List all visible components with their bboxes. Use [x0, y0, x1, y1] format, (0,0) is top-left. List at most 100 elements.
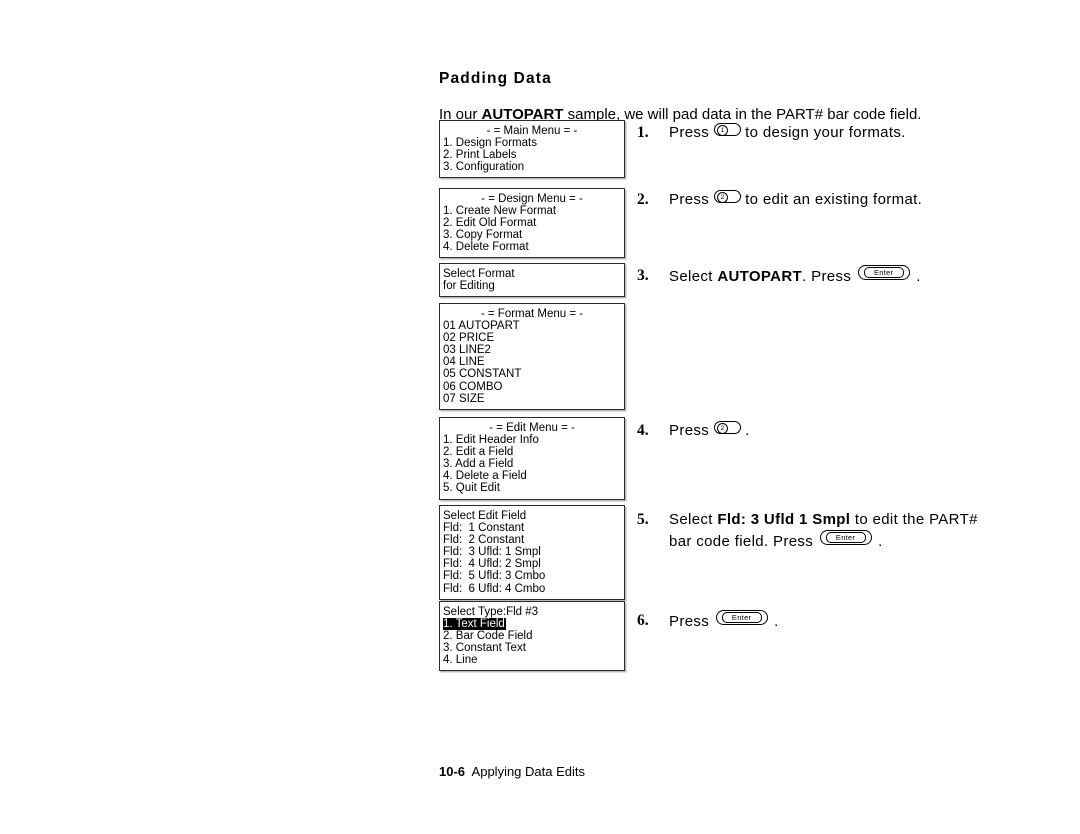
lcd-line-wrapper: Fld: 6 Ufld: 4 Cmbo: [443, 583, 624, 595]
lcd-line-wrapper: Fld: 4 Ufld: 2 Smpl: [443, 558, 624, 570]
format-menu-screen: - = Format Menu = -01 AUTOPART 02 PRICE 03…: [439, 303, 625, 410]
lcd-menu-item[interactable]: 3. Constant Text: [443, 642, 624, 654]
lcd-line-wrapper: 1. Edit Header Info: [443, 434, 624, 446]
lcd-line-wrapper: Fld: 2 Constant: [443, 534, 624, 546]
lcd-menu-item[interactable]: 04 LINE: [443, 356, 624, 368]
keycap-enter-label: Enter: [721, 612, 762, 623]
lcd-line-wrapper: 2. Edit Old Format: [443, 217, 624, 229]
document-page: Padding Data In our AUTOPART sample, we …: [0, 0, 1080, 834]
lcd-screen-title: - = Design Menu = -: [481, 193, 583, 205]
keycap-2-icon: 2: [713, 190, 741, 203]
lcd-line-wrapper: 06 COMBO: [443, 381, 624, 393]
step-text-run: Press: [669, 191, 714, 208]
step-text-run: to design your formats.: [740, 124, 906, 141]
step-text-run: .: [911, 268, 921, 285]
keycap-digit-label: 2: [717, 191, 729, 203]
step-text-run: Press: [669, 124, 714, 141]
design-menu-screen: - = Design Menu = -1. Create New Format 2…: [439, 188, 625, 259]
step-number: 2.: [637, 191, 649, 208]
step-text-run: to edit an existing format.: [740, 191, 923, 208]
step-text-run: .: [873, 533, 883, 550]
lcd-menu-item[interactable]: 3. Configuration: [443, 161, 624, 173]
lcd-line-wrapper: 1. Create New Format: [443, 205, 624, 217]
lcd-menu-item[interactable]: 5. Quit Edit: [443, 482, 624, 494]
lcd-menu-item[interactable]: 07 SIZE: [443, 393, 624, 405]
lcd-menu-item[interactable]: 4. Line: [443, 654, 624, 666]
lcd-line-wrapper: 3. Constant Text: [443, 642, 624, 654]
lcd-menu-item[interactable]: Fld: 5 Ufld: 3 Cmbo: [443, 570, 624, 582]
step-text-run: Select: [669, 511, 718, 528]
lcd-menu-item[interactable]: 01 AUTOPART: [443, 320, 624, 332]
step-text-run: Select: [669, 268, 718, 285]
step-text: Press Enter .: [669, 610, 1037, 632]
lcd-menu-item-selected[interactable]: 1. Text Field: [443, 618, 506, 631]
lcd-menu-item[interactable]: Select Edit Field: [443, 510, 624, 522]
step-text-run: .: [769, 613, 779, 630]
lcd-line-wrapper: 5. Quit Edit: [443, 482, 624, 494]
lcd-line-wrapper: Fld: 3 Ufld: 1 Smpl: [443, 546, 624, 558]
step-number: 1.: [637, 124, 649, 141]
lcd-menu-item[interactable]: Select Format: [443, 268, 624, 280]
step-press-enter: 6. Press Enter .: [637, 610, 1037, 632]
lcd-line-wrapper: 05 CONSTANT: [443, 368, 624, 380]
lcd-menu-item[interactable]: 06 COMBO: [443, 381, 624, 393]
keycap-1-icon: 1: [713, 123, 741, 136]
lcd-menu-item[interactable]: 1. Design Formats: [443, 137, 624, 149]
edit-menu-screen: - = Edit Menu = -1. Edit Header Info 2. E…: [439, 417, 625, 500]
lcd-menu-item[interactable]: Fld: 6 Ufld: 4 Cmbo: [443, 583, 624, 595]
lcd-menu-item[interactable]: Fld: 2 Constant: [443, 534, 624, 546]
lcd-menu-item[interactable]: for Editing: [443, 280, 624, 292]
lcd-menu-item[interactable]: 4. Delete a Field: [443, 470, 624, 482]
lcd-line-wrapper: 2. Edit a Field: [443, 446, 624, 458]
footer-page-number: 10-6: [439, 764, 466, 779]
select-type-screen: Select Type:Fld #3 1. Text Field 2. Bar Co…: [439, 601, 625, 672]
lcd-menu-item[interactable]: 1. Create New Format: [443, 205, 624, 217]
keycap-2-icon: 2: [713, 421, 741, 434]
lcd-menu-item[interactable]: 02 PRICE: [443, 332, 624, 344]
lcd-menu-item[interactable]: Select Type:Fld #3: [443, 606, 624, 618]
lcd-line-wrapper: for Editing: [443, 280, 624, 292]
keycap-enter-icon: Enter: [715, 610, 768, 625]
step-text: Press 1 to design your formats.: [669, 122, 1037, 143]
step-text-run: bar code field. Press: [669, 533, 818, 550]
lcd-line-wrapper: Select Edit Field: [443, 510, 624, 522]
lcd-menu-item[interactable]: 1. Edit Header Info: [443, 434, 624, 446]
lcd-screen-title: - = Format Menu = -: [480, 308, 584, 320]
lcd-menu-item[interactable]: 3. Copy Format: [443, 229, 624, 241]
keycap-digit-label: 2: [717, 422, 729, 434]
lcd-menu-item[interactable]: 2. Edit a Field: [443, 446, 624, 458]
lcd-line-wrapper: 2. Bar Code Field: [443, 630, 624, 642]
keycap-digit-label: 1: [717, 124, 729, 136]
keycap-enter-label: Enter: [825, 532, 866, 543]
lcd-line-wrapper: 07 SIZE: [443, 393, 624, 405]
select-edit-field-screen: Select Edit Field Fld: 1 Constant Fld: 2 C…: [439, 505, 625, 600]
lcd-menu-item[interactable]: 2. Edit Old Format: [443, 217, 624, 229]
lcd-line-wrapper: 1. Design Formats: [443, 137, 624, 149]
lcd-line-wrapper: 3. Copy Format: [443, 229, 624, 241]
lcd-menu-item[interactable]: Fld: 1 Constant: [443, 522, 624, 534]
lcd-line-wrapper: 01 AUTOPART: [443, 320, 624, 332]
step-text-run: . Press: [802, 268, 856, 285]
page-title: Padding Data: [439, 70, 552, 88]
step-press-2-edit-format: 2. Press 2 to edit an existing format.: [637, 189, 1037, 210]
main-menu-screen: - = Main Menu = -1. Design Formats 2. Pri…: [439, 120, 625, 179]
step-text-run: .: [740, 422, 750, 439]
lcd-menu-item[interactable]: 03 LINE2: [443, 344, 624, 356]
step-number: 6.: [637, 612, 649, 629]
lcd-screen-title: - = Edit Menu = -: [489, 422, 575, 434]
step-text: Press 2 to edit an existing format.: [669, 189, 1037, 210]
lcd-menu-item[interactable]: 05 CONSTANT: [443, 368, 624, 380]
lcd-menu-item[interactable]: Fld: 4 Ufld: 2 Smpl: [443, 558, 624, 570]
lcd-line-wrapper: Select Type:Fld #3: [443, 606, 624, 618]
lcd-line-wrapper: Fld: 1 Constant: [443, 522, 624, 534]
lcd-menu-item[interactable]: 3. Add a Field: [443, 458, 624, 470]
lcd-menu-item[interactable]: Fld: 3 Ufld: 1 Smpl: [443, 546, 624, 558]
lcd-line-wrapper: Fld: 5 Ufld: 3 Cmbo: [443, 570, 624, 582]
lcd-menu-item[interactable]: 2. Bar Code Field: [443, 630, 624, 642]
lcd-line-wrapper: 04 LINE: [443, 356, 624, 368]
step-text-run: Press: [669, 422, 714, 439]
lcd-menu-item[interactable]: 2. Print Labels: [443, 149, 624, 161]
page-footer: 10-6 Applying Data Edits: [439, 763, 585, 780]
step-number: 4.: [637, 422, 649, 439]
lcd-menu-item[interactable]: 4. Delete Format: [443, 241, 624, 253]
